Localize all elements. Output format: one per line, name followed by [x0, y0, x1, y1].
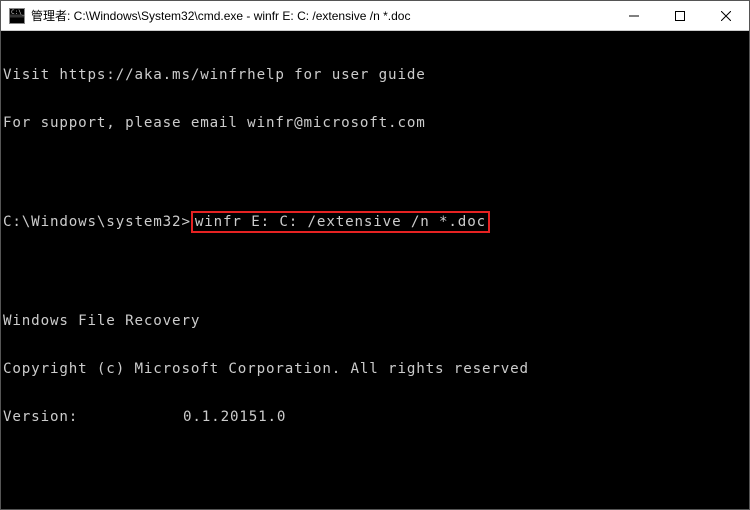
copyright: Copyright (c) Microsoft Corporation. All…: [3, 361, 747, 377]
maximize-button[interactable]: [657, 1, 703, 30]
output-line: For support, please email winfr@microsof…: [3, 115, 747, 131]
window-controls: [611, 1, 749, 30]
titlebar[interactable]: 管理者: C:\Windows\System32\cmd.exe - winfr…: [1, 1, 749, 31]
blank-line: [3, 457, 747, 473]
cmd-icon: [9, 8, 25, 24]
blank-line: [3, 163, 747, 179]
window-title: 管理者: C:\Windows\System32\cmd.exe - winfr…: [31, 7, 611, 24]
version-value: 0.1.20151.0: [183, 409, 286, 425]
cmd-window: 管理者: C:\Windows\System32\cmd.exe - winfr…: [0, 0, 750, 510]
prompt-line: C:\Windows\system32>winfr E: C: /extensi…: [3, 211, 747, 233]
minimize-icon: [629, 11, 639, 21]
version-row: Version:0.1.20151.0: [3, 409, 747, 425]
output-line: Visit https://aka.ms/winfrhelp for user …: [3, 67, 747, 83]
app-name: Windows File Recovery: [3, 313, 747, 329]
prompt-path: C:\Windows\system32>: [3, 214, 191, 230]
minimize-button[interactable]: [611, 1, 657, 30]
highlighted-command: winfr E: C: /extensive /n *.doc: [191, 211, 490, 233]
blank-line: [3, 265, 747, 281]
close-button[interactable]: [703, 1, 749, 30]
terminal-body[interactable]: Visit https://aka.ms/winfrhelp for user …: [1, 31, 749, 509]
close-icon: [721, 11, 731, 21]
blank-line: [3, 505, 747, 509]
maximize-icon: [675, 11, 685, 21]
version-label: Version:: [3, 409, 183, 425]
